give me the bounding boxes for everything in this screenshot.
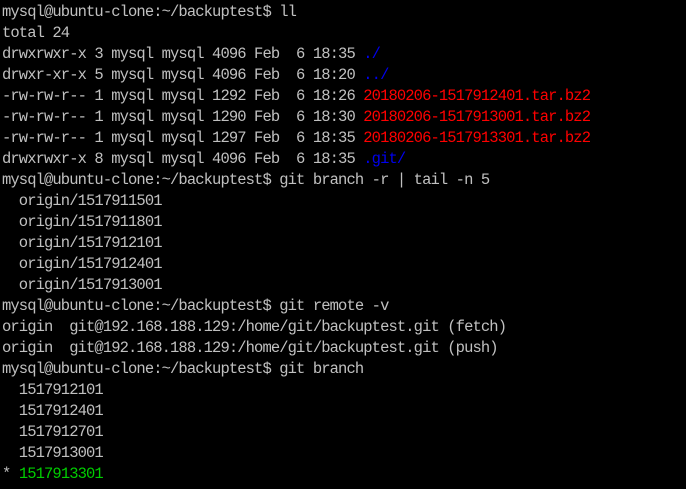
terminal-line: mysql@ubuntu-clone:~/backuptest$ git bra…: [2, 359, 686, 380]
terminal-text-segment: -rw-rw-r-- 1 mysql mysql 1297 Feb 6 18:3…: [2, 129, 364, 147]
terminal-text-segment: mysql@ubuntu-clone:~/backuptest$ ll: [2, 3, 297, 21]
terminal-text-segment: mysql@ubuntu-clone:~/backuptest$ git rem…: [2, 297, 389, 315]
terminal-text-segment: 1517912101: [2, 381, 104, 399]
terminal-text-segment: origin/1517911801: [2, 213, 163, 231]
terminal-line: mysql@ubuntu-clone:~/backuptest$ ll: [2, 2, 686, 23]
terminal-line: 1517913001: [2, 443, 686, 464]
terminal-text-segment: origin git@192.168.188.129:/home/git/bac…: [2, 318, 507, 336]
terminal-text-segment: origin/1517912101: [2, 234, 163, 252]
terminal-text-segment: 20180206-1517912401.tar.bz2: [363, 87, 591, 105]
terminal-window[interactable]: mysql@ubuntu-clone:~/backuptest$ ll total…: [0, 0, 686, 489]
terminal-line: origin/1517913001: [2, 275, 686, 296]
terminal-line: * 1517913301: [2, 464, 686, 485]
terminal-text-segment: 20180206-1517913301.tar.bz2: [363, 129, 591, 147]
terminal-line: origin/1517912401: [2, 254, 686, 275]
terminal-line: origin git@192.168.188.129:/home/git/bac…: [2, 317, 686, 338]
terminal-line: -rw-rw-r-- 1 mysql mysql 1297 Feb 6 18:3…: [2, 128, 686, 149]
terminal-line: origin/1517911801: [2, 212, 686, 233]
terminal-text-segment: ../: [363, 66, 389, 84]
terminal-text-segment: -rw-rw-r-- 1 mysql mysql 1292 Feb 6 18:2…: [2, 87, 364, 105]
terminal-line: drwxr-xr-x 5 mysql mysql 4096 Feb 6 18:2…: [2, 65, 686, 86]
terminal-text-segment: total 24: [2, 24, 70, 42]
terminal-line: origin/1517911501: [2, 191, 686, 212]
terminal-line: 1517912101: [2, 380, 686, 401]
terminal-text-segment: 1517912701: [2, 423, 104, 441]
terminal-text-segment: drwxrwxr-x 3 mysql mysql 4096 Feb 6 18:3…: [2, 45, 364, 63]
terminal-line: mysql@ubuntu-clone:~/backuptest$ git rem…: [2, 296, 686, 317]
terminal-text-segment: *: [2, 465, 19, 483]
terminal-text-segment: origin git@192.168.188.129:/home/git/bac…: [2, 339, 499, 357]
terminal-text-segment: drwxrwxr-x 8 mysql mysql 4096 Feb 6 18:3…: [2, 150, 364, 168]
terminal-line: mysql@ubuntu-clone:~/backuptest$ git bra…: [2, 170, 686, 191]
terminal-text-segment: 20180206-1517913001.tar.bz2: [363, 108, 591, 126]
terminal-text-segment: ./: [363, 45, 381, 63]
terminal-text-segment: mysql@ubuntu-clone:~/backuptest$ git bra…: [2, 360, 364, 378]
terminal-text-segment: -rw-rw-r-- 1 mysql mysql 1290 Feb 6 18:3…: [2, 108, 364, 126]
terminal-text-segment: drwxr-xr-x 5 mysql mysql 4096 Feb 6 18:2…: [2, 66, 364, 84]
terminal-text-segment: 1517913001: [2, 444, 104, 462]
terminal-line: drwxrwxr-x 8 mysql mysql 4096 Feb 6 18:3…: [2, 149, 686, 170]
terminal-text-segment: origin/1517913001: [2, 276, 163, 294]
terminal-text-segment: 1517913301: [18, 465, 104, 483]
terminal-text-segment: origin/1517911501: [2, 192, 163, 210]
terminal-line: origin git@192.168.188.129:/home/git/bac…: [2, 338, 686, 359]
terminal-text-segment: 1517912401: [2, 402, 104, 420]
terminal-line: 1517912401: [2, 401, 686, 422]
terminal-line: total 24: [2, 23, 686, 44]
terminal-line: origin/1517912101: [2, 233, 686, 254]
terminal-line: -rw-rw-r-- 1 mysql mysql 1292 Feb 6 18:2…: [2, 86, 686, 107]
terminal-line: -rw-rw-r-- 1 mysql mysql 1290 Feb 6 18:3…: [2, 107, 686, 128]
terminal-line: drwxrwxr-x 3 mysql mysql 4096 Feb 6 18:3…: [2, 44, 686, 65]
terminal-next-prompt-cutoff: [2, 485, 686, 489]
terminal-line: 1517912701: [2, 422, 686, 443]
terminal-text-segment: .git/: [363, 150, 406, 168]
terminal-text-segment: mysql@ubuntu-clone:~/backuptest$ git bra…: [2, 171, 490, 189]
terminal-text-segment: origin/1517912401: [2, 255, 163, 273]
